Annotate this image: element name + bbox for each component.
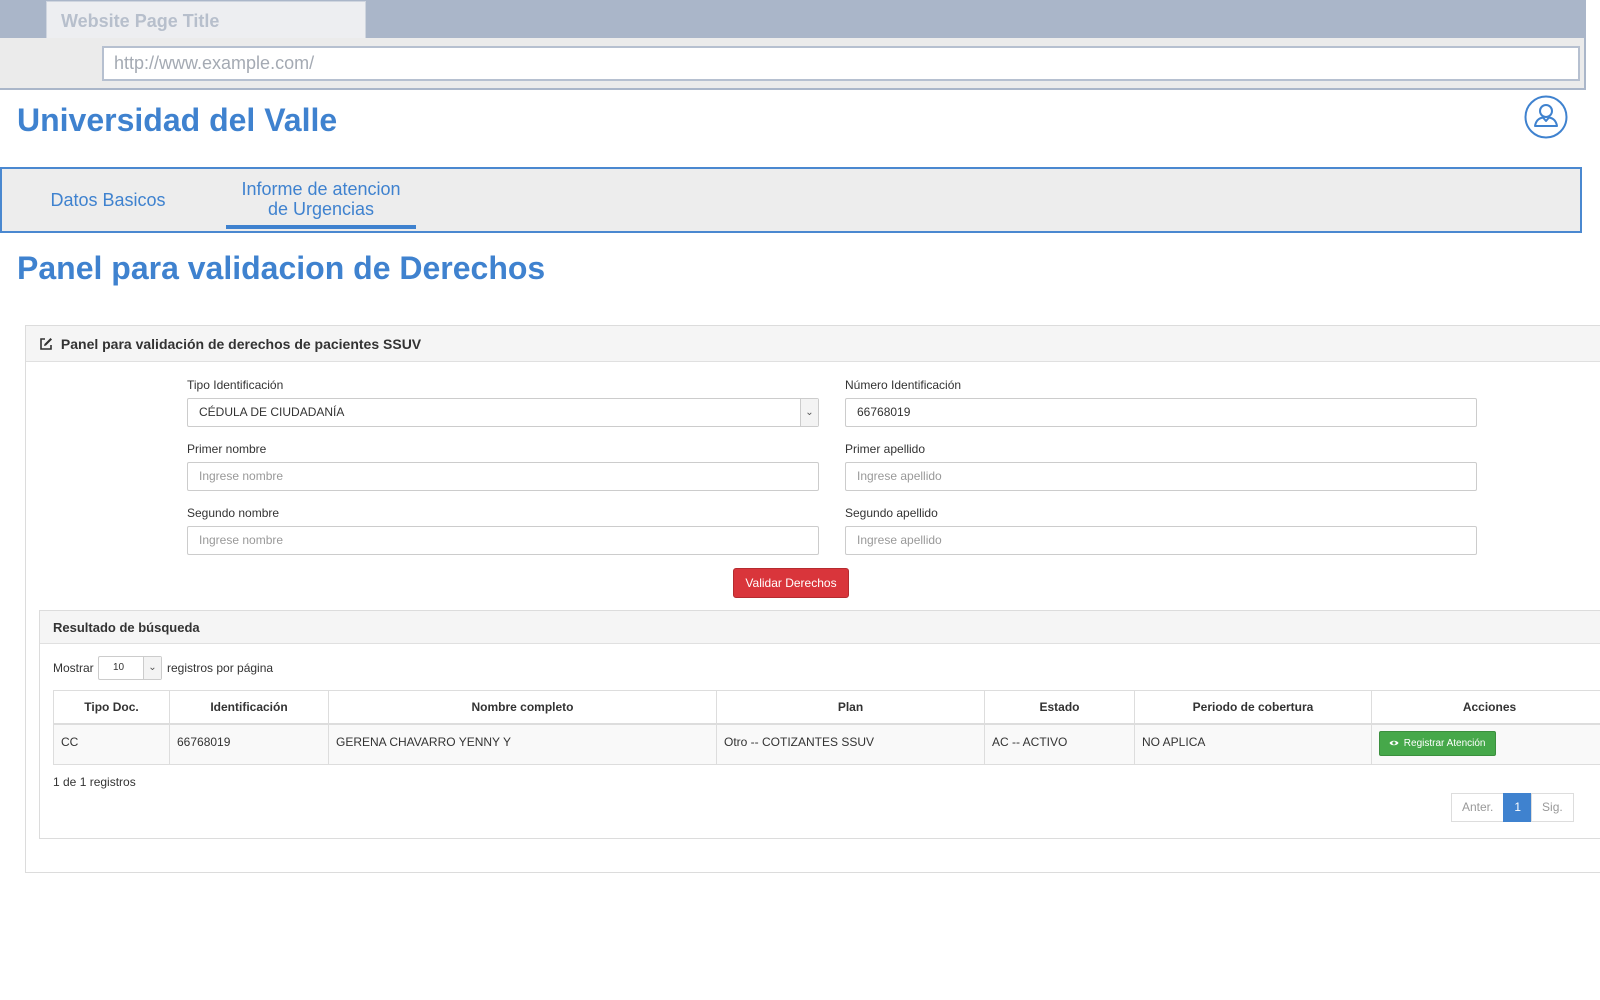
browser-tab[interactable]: Website Page Title bbox=[46, 1, 366, 39]
cell-periodo: NO APLICA bbox=[1134, 723, 1372, 765]
cell-acciones: Registrar Atención bbox=[1371, 723, 1600, 765]
primer-apellido-input[interactable]: Ingrese apellido bbox=[845, 462, 1477, 491]
column-header[interactable]: Acciones bbox=[1371, 690, 1600, 725]
primer-nombre-input[interactable]: Ingrese nombre bbox=[187, 462, 819, 491]
registrar-atencion-button[interactable]: Registrar Atención bbox=[1379, 730, 1496, 756]
url-input[interactable]: http://www.example.com/ bbox=[102, 46, 1580, 81]
nav-active-indicator bbox=[226, 225, 416, 229]
column-header[interactable]: Periodo de cobertura bbox=[1134, 690, 1372, 725]
results-panel: Resultado de búsqueda Mostrar 10 ⌄ regis… bbox=[39, 610, 1600, 839]
tipo-identificacion-value: CÉDULA DE CIUDADANÍA bbox=[199, 405, 345, 419]
eye-icon bbox=[1389, 738, 1404, 749]
pagination: Anter. 1 Sig. bbox=[1451, 793, 1574, 822]
segundo-nombre-input[interactable]: Ingrese nombre bbox=[187, 526, 819, 555]
table-row: CC 66768019 GERENA CHAVARRO YENNY Y Otro… bbox=[53, 723, 1600, 765]
numero-identificacion-input[interactable]: 66768019 bbox=[845, 398, 1477, 427]
browser-tab-strip: Website Page Title bbox=[0, 0, 1586, 39]
page-length-value: 10 bbox=[113, 662, 125, 673]
pager-prev-button[interactable]: Anter. bbox=[1451, 793, 1505, 822]
tipo-identificacion-select[interactable]: CÉDULA DE CIUDADANÍA ⌄ bbox=[187, 398, 819, 427]
chevron-down-icon: ⌄ bbox=[143, 657, 161, 679]
nav-item-label: Datos Basicos bbox=[50, 190, 166, 210]
segundo-apellido-input[interactable]: Ingrese apellido bbox=[845, 526, 1477, 555]
panel-heading: Panel para validación de derechos de pac… bbox=[26, 326, 1600, 362]
per-page-label: registros por página bbox=[167, 661, 274, 675]
results-table: Tipo Doc. Identificación Nombre completo… bbox=[53, 690, 1600, 765]
primer-nombre-label: Primer nombre bbox=[187, 442, 267, 456]
column-header[interactable]: Tipo Doc. bbox=[53, 690, 170, 725]
column-header[interactable]: Plan bbox=[716, 690, 985, 725]
edit-icon bbox=[39, 336, 61, 352]
nav-item-label-line1: Informe de atencion bbox=[241, 179, 401, 199]
main-nav: Datos Basicos Informe de atencion de Urg… bbox=[0, 167, 1582, 233]
validation-panel: Panel para validación de derechos de pac… bbox=[25, 325, 1600, 873]
column-header[interactable]: Estado bbox=[984, 690, 1135, 725]
panel-heading-text: Panel para validación de derechos de pac… bbox=[60, 336, 422, 352]
table-header-row: Tipo Doc. Identificación Nombre completo… bbox=[53, 690, 1600, 725]
browser-tab-title: Website Page Title bbox=[61, 11, 220, 31]
nav-item-informe-urgencias[interactable]: Informe de atencion de Urgencias bbox=[226, 169, 416, 231]
tipo-identificacion-label: Tipo Identificación bbox=[187, 378, 284, 392]
cell-tipo-doc: CC bbox=[53, 723, 170, 765]
nav-item-datos-basicos[interactable]: Datos Basicos bbox=[46, 169, 170, 231]
chevron-down-icon: ⌄ bbox=[800, 399, 818, 426]
column-header[interactable]: Nombre completo bbox=[328, 690, 717, 725]
pager-next-button[interactable]: Sig. bbox=[1531, 793, 1574, 822]
site-title: Universidad del Valle bbox=[17, 102, 338, 138]
cell-identificacion: 66768019 bbox=[169, 723, 329, 765]
primer-apellido-label: Primer apellido bbox=[845, 442, 926, 456]
numero-identificacion-label: Número Identificación bbox=[845, 378, 962, 392]
segundo-nombre-label: Segundo nombre bbox=[187, 506, 280, 520]
page-length-select[interactable]: 10 ⌄ bbox=[98, 656, 162, 680]
show-label: Mostrar bbox=[53, 661, 94, 675]
page-title: Panel para validacion de Derechos bbox=[17, 250, 546, 286]
column-header[interactable]: Identificación bbox=[169, 690, 329, 725]
cell-plan: Otro -- COTIZANTES SSUV bbox=[716, 723, 985, 765]
registrar-atencion-label: Registrar Atención bbox=[1403, 737, 1486, 749]
table-info: 1 de 1 registros bbox=[53, 775, 136, 789]
browser-address-bar: http://www.example.com/ bbox=[0, 38, 1586, 90]
nav-item-label-line2: de Urgencias bbox=[267, 199, 375, 219]
results-heading: Resultado de búsqueda bbox=[40, 611, 1600, 644]
cell-nombre: GERENA CHAVARRO YENNY Y bbox=[328, 723, 717, 765]
segundo-apellido-label: Segundo apellido bbox=[845, 506, 938, 520]
pager-page-button[interactable]: 1 bbox=[1503, 793, 1533, 822]
user-icon[interactable] bbox=[1524, 95, 1568, 139]
cell-estado: AC -- ACTIVO bbox=[984, 723, 1135, 765]
validar-derechos-button[interactable]: Validar Derechos bbox=[733, 568, 849, 598]
